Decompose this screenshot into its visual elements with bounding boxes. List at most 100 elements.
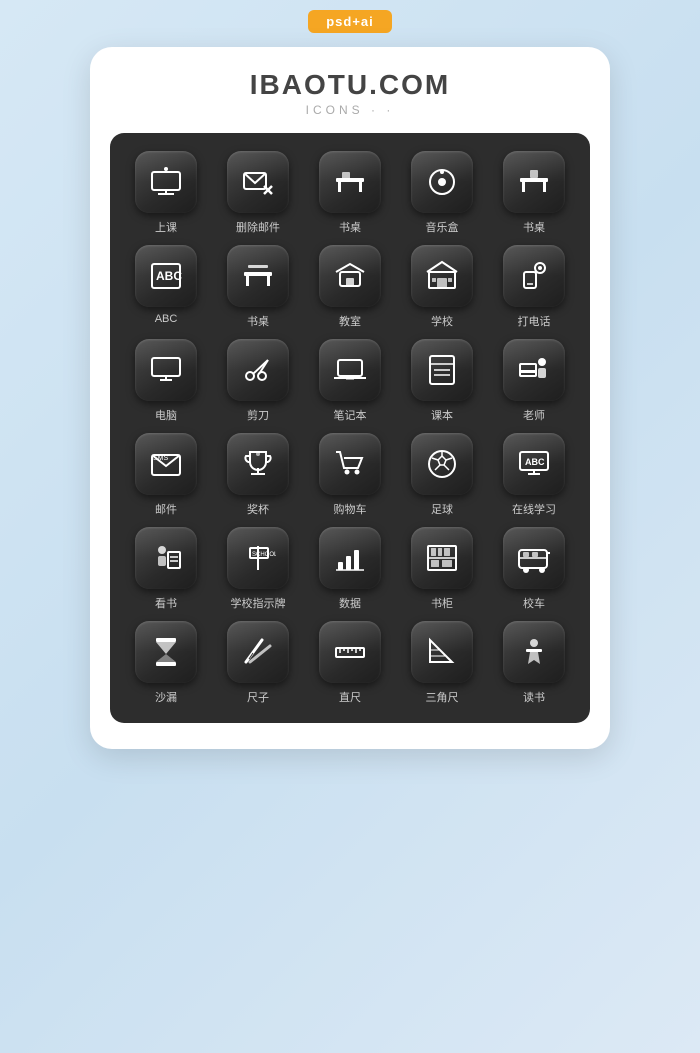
icon-label-ruler-set: 尺子 <box>247 689 269 705</box>
icon-item-desk3[interactable]: 书桌 <box>218 245 298 329</box>
icon-row-4: 看书 SCHOOL 学校指示牌 数据 书柜 校车 <box>120 527 580 611</box>
icon-label-teacher: 老师 <box>523 407 545 423</box>
icon-box-ruler-set <box>227 621 289 683</box>
icon-box-online: ABC <box>503 433 565 495</box>
icon-box-desk2 <box>503 151 565 213</box>
icon-label-bus: 校车 <box>523 595 545 611</box>
icon-label-scissors: 剪刀 <box>247 407 269 423</box>
icon-label-online: 在线学习 <box>512 501 556 517</box>
icon-label-school: 学校 <box>431 313 453 329</box>
icon-grid: 上课删除邮件书桌音乐盒书桌ABCABC书桌教室学校打电话电脑剪刀笔记本课本老师S… <box>110 133 590 723</box>
icon-box-computer <box>135 339 197 401</box>
icon-box-phone <box>503 245 565 307</box>
icon-item-classroom2[interactable]: 教室 <box>310 245 390 329</box>
svg-text:ABC: ABC <box>525 457 545 467</box>
site-title: IBAOTU.COM <box>250 69 450 101</box>
site-subtitle: ICONS · · <box>306 103 395 117</box>
icon-box-desk3 <box>227 245 289 307</box>
svg-text:ABC: ABC <box>156 269 182 283</box>
icon-label-cart: 购物车 <box>334 501 367 517</box>
icon-box-textbook <box>411 339 473 401</box>
card: IBAOTU.COM ICONS · · 上课删除邮件书桌音乐盒书桌ABCABC… <box>90 47 610 749</box>
icon-item-sign[interactable]: SCHOOL 学校指示牌 <box>218 527 298 611</box>
icon-label-hourglass: 沙漏 <box>155 689 177 705</box>
icon-item-school[interactable]: 学校 <box>402 245 482 329</box>
icon-box-mail: SMS <box>135 433 197 495</box>
icon-box-music-box <box>411 151 473 213</box>
icon-label-textbook: 课本 <box>431 407 453 423</box>
icon-item-triangle-ruler[interactable]: 三角尺 <box>402 621 482 705</box>
icon-box-triangle-ruler <box>411 621 473 683</box>
icon-label-desk: 书桌 <box>339 219 361 235</box>
icon-box-classroom <box>135 151 197 213</box>
icon-label-bookshelf: 书柜 <box>431 595 453 611</box>
icon-box-cart <box>319 433 381 495</box>
icon-item-desk[interactable]: 书桌 <box>310 151 390 235</box>
icon-label-triangle-ruler: 三角尺 <box>426 689 459 705</box>
icon-item-desk2[interactable]: 书桌 <box>494 151 574 235</box>
icon-label-phone: 打电话 <box>518 313 551 329</box>
icon-label-ruler: 直尺 <box>339 689 361 705</box>
icon-item-cart[interactable]: 购物车 <box>310 433 390 517</box>
icon-label-study: 读书 <box>523 689 545 705</box>
icon-label-delete-mail: 删除邮件 <box>236 219 280 235</box>
icon-box-data <box>319 527 381 589</box>
icon-label-data: 数据 <box>339 595 361 611</box>
icon-item-abc[interactable]: ABC ABC <box>126 245 206 329</box>
icon-item-teacher[interactable]: 老师 <box>494 339 574 423</box>
icon-item-study[interactable]: 读书 <box>494 621 574 705</box>
icon-box-teacher <box>503 339 565 401</box>
icon-row-1: ABC ABC 书桌 教室 学校 打电话 <box>120 245 580 329</box>
icon-box-bookshelf <box>411 527 473 589</box>
icon-item-ruler-set[interactable]: 尺子 <box>218 621 298 705</box>
icon-box-hourglass <box>135 621 197 683</box>
icon-label-classroom2: 教室 <box>339 313 361 329</box>
icon-item-football[interactable]: 足球 <box>402 433 482 517</box>
icon-label-mail: 邮件 <box>155 501 177 517</box>
icon-row-5: 沙漏 尺子 直尺 三角尺 读书 <box>120 621 580 705</box>
icon-item-music-box[interactable]: 音乐盒 <box>402 151 482 235</box>
icon-item-laptop[interactable]: 笔记本 <box>310 339 390 423</box>
icon-label-sign: 学校指示牌 <box>231 595 286 611</box>
icon-item-data[interactable]: 数据 <box>310 527 390 611</box>
icon-box-reading <box>135 527 197 589</box>
icon-label-football: 足球 <box>431 501 453 517</box>
icon-box-ruler <box>319 621 381 683</box>
icon-item-phone[interactable]: 打电话 <box>494 245 574 329</box>
icon-label-laptop: 笔记本 <box>334 407 367 423</box>
icon-box-laptop <box>319 339 381 401</box>
icon-item-hourglass[interactable]: 沙漏 <box>126 621 206 705</box>
icon-item-bus[interactable]: 校车 <box>494 527 574 611</box>
icon-label-reading: 看书 <box>155 595 177 611</box>
icon-box-sign: SCHOOL <box>227 527 289 589</box>
svg-text:SMS: SMS <box>153 455 169 462</box>
icon-item-ruler[interactable]: 直尺 <box>310 621 390 705</box>
icon-row-0: 上课 删除邮件 书桌 音乐盒 书桌 <box>120 151 580 235</box>
icon-box-classroom2 <box>319 245 381 307</box>
icon-item-delete-mail[interactable]: 删除邮件 <box>218 151 298 235</box>
icon-label-desk2: 书桌 <box>523 219 545 235</box>
icon-item-trophy[interactable]: 奖杯 <box>218 433 298 517</box>
icon-box-school <box>411 245 473 307</box>
icon-item-textbook[interactable]: 课本 <box>402 339 482 423</box>
icon-box-abc: ABC <box>135 245 197 307</box>
icon-label-abc: ABC <box>155 313 178 325</box>
icon-item-bookshelf[interactable]: 书柜 <box>402 527 482 611</box>
icon-box-trophy <box>227 433 289 495</box>
icon-label-desk3: 书桌 <box>247 313 269 329</box>
icon-box-scissors <box>227 339 289 401</box>
icon-item-mail[interactable]: SMS 邮件 <box>126 433 206 517</box>
icon-item-classroom[interactable]: 上课 <box>126 151 206 235</box>
icon-label-classroom: 上课 <box>155 219 177 235</box>
icon-item-scissors[interactable]: 剪刀 <box>218 339 298 423</box>
icon-item-reading[interactable]: 看书 <box>126 527 206 611</box>
icon-box-desk <box>319 151 381 213</box>
icon-label-music-box: 音乐盒 <box>426 219 459 235</box>
icon-item-computer[interactable]: 电脑 <box>126 339 206 423</box>
icon-box-bus <box>503 527 565 589</box>
svg-text:SCHOOL: SCHOOL <box>252 552 276 558</box>
icon-row-3: SMS 邮件 奖杯购物车 足球 ABC 在线学习 <box>120 433 580 517</box>
icon-box-football <box>411 433 473 495</box>
icon-item-online[interactable]: ABC 在线学习 <box>494 433 574 517</box>
icon-row-2: 电脑剪刀 笔记本 课本 老师 <box>120 339 580 423</box>
